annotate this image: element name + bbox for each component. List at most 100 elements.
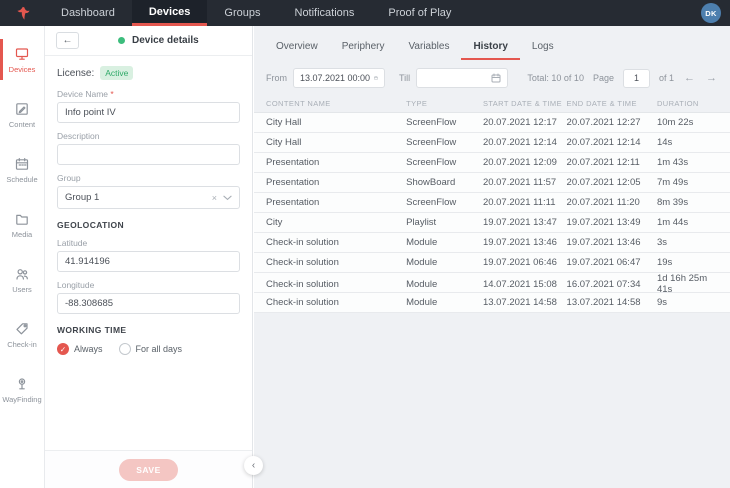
cell-content-name: Presentation: [266, 197, 320, 208]
cell-content-name: Check-in solution: [266, 278, 339, 290]
pagination: Total: 10 of 10 Page of 1 ← →: [527, 68, 718, 88]
group-label: Group: [57, 173, 81, 183]
chevron-down-icon[interactable]: [223, 195, 232, 201]
cell-type: Module: [406, 257, 438, 268]
sidebar-item-label: Devices: [8, 64, 36, 74]
description-input[interactable]: [57, 144, 240, 165]
cell-type: ShowBoard: [406, 177, 456, 188]
cell-start-date: 20.07.2021 12:14: [482, 137, 557, 148]
cell-start-date: 20.07.2021 12:09: [482, 157, 557, 168]
radio-option-always[interactable]: ✓ Always: [57, 343, 103, 355]
cell-content-name: Presentation: [266, 157, 320, 168]
cell-type: ScreenFlow: [406, 117, 457, 128]
page-label: Page: [592, 73, 614, 83]
longitude-field-group: Longitude: [57, 280, 240, 314]
longitude-input[interactable]: [57, 293, 240, 314]
column-header: END DATE & TIME: [566, 99, 637, 108]
radio-unchecked-icon: [118, 343, 131, 355]
till-date-input[interactable]: [416, 68, 509, 88]
cell-end-date: 20.07.2021 12:05: [566, 177, 641, 188]
sidebar-item-schedule[interactable]: Schedule: [0, 142, 44, 197]
sidebar-item-content[interactable]: Content: [0, 87, 44, 142]
tab-logs[interactable]: Logs: [520, 34, 566, 60]
module-sidebar: Devices Content Schedule Media Users Che…: [0, 26, 45, 488]
calendar-icon: [15, 157, 29, 170]
tab-history[interactable]: History: [461, 34, 521, 60]
next-page-arrow-icon[interactable]: →: [705, 72, 718, 84]
cell-duration: 14s: [656, 137, 673, 148]
page-input[interactable]: [622, 68, 650, 88]
wayfinding-pin-icon: [18, 377, 26, 389]
radio-option-for-all-days[interactable]: For all days: [118, 343, 183, 355]
device-online-status-icon: [118, 37, 125, 44]
column-header: DURATION: [656, 99, 699, 108]
clear-icon[interactable]: ×: [212, 193, 217, 203]
working-time-options: ✓ Always For all days: [57, 343, 240, 355]
table-row: Check-in solution Module 19.07.2021 13:4…: [254, 233, 730, 253]
cell-duration: 1m 44s: [656, 217, 689, 228]
main-content: Overview Periphery Variables History Log…: [254, 26, 730, 488]
sidebar-item-media[interactable]: Media: [0, 197, 44, 252]
calendar-icon: [491, 73, 501, 83]
sidebar-item-devices[interactable]: Devices: [0, 32, 44, 87]
logo-icon: [16, 6, 30, 20]
nav-item-devices[interactable]: Devices: [131, 0, 208, 26]
sidebar-item-users[interactable]: Users: [0, 252, 44, 307]
nav-item-notifications[interactable]: Notifications: [278, 0, 372, 26]
sidebar-item-label: Check-in: [7, 339, 37, 349]
radio-label: For all days: [135, 344, 183, 354]
tab-periphery[interactable]: Periphery: [330, 34, 397, 60]
table-row: Presentation ScreenFlow 20.07.2021 12:09…: [254, 153, 730, 173]
back-button[interactable]: ←: [56, 32, 79, 49]
cell-start-date: 20.07.2021 11:11: [482, 197, 556, 208]
cell-content-name: City Hall: [266, 117, 302, 128]
column-header: CONTENT NAME: [266, 99, 331, 108]
tab-overview[interactable]: Overview: [264, 34, 330, 60]
cell-start-date: 19.07.2021 06:46: [482, 257, 557, 268]
save-button[interactable]: SAVE: [119, 458, 178, 481]
longitude-label: Longitude: [57, 280, 95, 290]
from-date-input[interactable]: 13.07.2021 00:00: [293, 68, 385, 88]
brand-logo[interactable]: [0, 0, 44, 26]
cell-content-name: City Hall: [266, 137, 302, 148]
device-name-input[interactable]: [57, 102, 240, 123]
cell-content-name: Presentation: [266, 177, 320, 188]
tab-variables[interactable]: Variables: [397, 34, 462, 60]
nav-label: Dashboard: [61, 7, 115, 19]
geolocation-section-header: GEOLOCATION: [57, 220, 125, 230]
sidebar-item-label: WayFinding: [2, 394, 42, 404]
cell-start-date: 13.07.2021 14:58: [482, 297, 557, 308]
cell-duration: 7m 49s: [656, 177, 689, 188]
collapse-panel-button[interactable]: ‹: [244, 456, 263, 475]
nav-item-groups[interactable]: Groups: [207, 0, 277, 26]
cell-start-date: 19.07.2021 13:46: [482, 237, 557, 248]
cell-content-name: Check-in solution: [266, 297, 339, 308]
latitude-input[interactable]: [57, 251, 240, 272]
page-of-label: of 1: [658, 73, 674, 83]
sidebar-item-check-in[interactable]: Check-in: [0, 307, 44, 362]
cell-duration: 8m 39s: [656, 197, 689, 208]
table-row: Check-in solution Module 19.07.2021 06:4…: [254, 253, 730, 273]
nav-label: Groups: [224, 7, 261, 19]
radio-checked-icon: ✓: [57, 343, 69, 355]
table-row: Presentation ShowBoard 20.07.2021 11:57 …: [254, 173, 730, 193]
sidebar-item-label: Users: [12, 284, 32, 294]
cell-end-date: 19.07.2021 13:46: [566, 237, 641, 248]
sidebar-item-wayfinding[interactable]: WayFinding: [0, 362, 44, 417]
nav-item-dashboard[interactable]: Dashboard: [44, 0, 132, 26]
history-table-body: City Hall ScreenFlow 20.07.2021 12:17 20…: [254, 113, 730, 313]
nav-item-proof-of-play[interactable]: Proof of Play: [371, 0, 468, 26]
license-label: License:: [57, 67, 95, 79]
check-in-tag-icon: [16, 322, 28, 334]
user-avatar[interactable]: DK: [701, 3, 721, 23]
table-row: Presentation ScreenFlow 20.07.2021 11:11…: [254, 193, 730, 213]
monitor-icon: [15, 47, 29, 60]
cell-end-date: 20.07.2021 12:14: [566, 137, 641, 148]
sidebar-item-label: Media: [11, 229, 33, 239]
history-filter-row: From 13.07.2021 00:00 Till Total: 10 of …: [254, 60, 730, 95]
cell-type: Playlist: [406, 217, 437, 228]
prev-page-arrow-icon[interactable]: ←: [683, 72, 696, 84]
group-select[interactable]: Group 1 ×: [57, 186, 240, 209]
cell-content-name: Check-in solution: [266, 257, 339, 268]
panel-footer: SAVE: [45, 450, 252, 488]
